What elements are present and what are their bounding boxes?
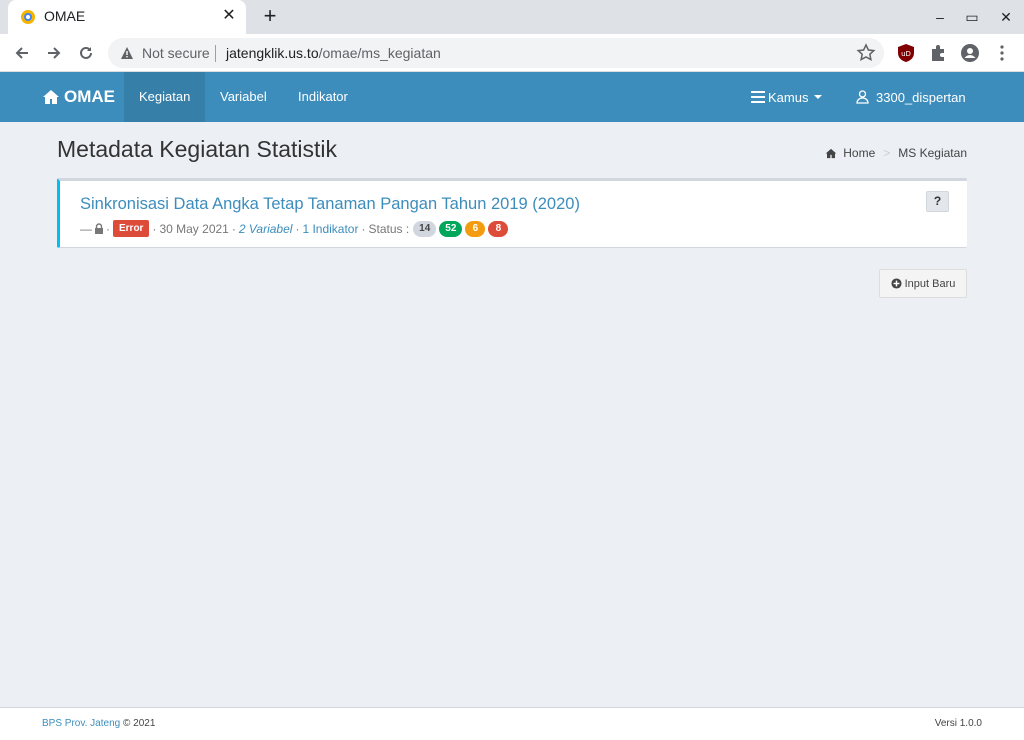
activity-date: 30 May 2021 <box>159 221 229 236</box>
tab-close-icon[interactable]: ✕ <box>218 5 240 27</box>
back-button[interactable] <box>8 39 36 67</box>
url-text: jatengklik.us.to/omae/ms_kegiatan <box>226 45 441 61</box>
arrow-right-icon <box>48 47 61 59</box>
status-count-badge: 14 <box>413 220 437 237</box>
favicon-icon <box>21 10 35 24</box>
brand-link[interactable]: OMAE <box>42 72 115 122</box>
home-icon <box>825 148 837 158</box>
meta-dot: · <box>152 221 157 236</box>
status-count-badge: 6 <box>465 220 486 237</box>
browser-tab-strip: OMAE ✕ + – ▭ ✕ <box>0 0 1024 34</box>
activity-title-link[interactable]: Sinkronisasi Data Angka Tetap Tanaman Pa… <box>80 195 580 214</box>
list-icon <box>751 91 765 103</box>
nav-item-kegiatan[interactable]: Kegiatan <box>124 72 206 122</box>
user-menu[interactable]: 3300_dispertan <box>856 72 966 122</box>
browser-tab[interactable]: OMAE ✕ <box>8 0 246 34</box>
user-icon <box>856 90 869 104</box>
brand-name: OMAE <box>64 87 115 106</box>
activity-card: Sinkronisasi Data Angka Tetap Tanaman Pa… <box>57 178 967 248</box>
url-host: jatengklik.us.to <box>226 45 319 61</box>
address-bar[interactable]: Not secure jatengklik.us.to/omae/ms_kegi… <box>108 38 884 68</box>
meta-dot: · <box>106 221 110 236</box>
footer-version: Versi 1.0.0 <box>934 718 982 729</box>
meta-dot: · <box>361 221 366 236</box>
kamus-dropdown[interactable]: Kamus <box>751 72 823 122</box>
breadcrumb-separator: > <box>883 146 891 160</box>
nav-item-indikator[interactable]: Indikator <box>283 72 363 122</box>
plus-circle-icon <box>891 278 902 289</box>
footer-org-link[interactable]: BPS Prov. Jateng <box>42 718 120 729</box>
extensions-puzzle-icon[interactable] <box>928 43 948 63</box>
activity-meta: — · Error · 30 May 2021 · 2 Variabel · 1… <box>80 220 511 237</box>
meta-dash: — <box>80 221 92 236</box>
lock-icon <box>95 223 103 234</box>
omnibox-divider <box>215 45 216 62</box>
kamus-label: Kamus <box>768 89 809 105</box>
help-button[interactable]: ? <box>926 191 949 212</box>
minimize-button[interactable]: – <box>929 6 951 28</box>
breadcrumb: Home > MS Kegiatan <box>825 146 967 160</box>
meta-dot: · <box>231 221 236 236</box>
status-count-badge: 8 <box>488 220 509 237</box>
reload-icon <box>80 46 92 59</box>
footer-copyright-text: © 2021 <box>122 718 156 729</box>
new-tab-button[interactable]: + <box>258 4 282 28</box>
nav-item-variabel[interactable]: Variabel <box>205 72 282 122</box>
home-icon <box>43 90 59 104</box>
main-navbar: OMAE Kegiatan Variabel Indikator Kamus 3… <box>0 72 1024 122</box>
browser-toolbar: Not secure jatengklik.us.to/omae/ms_kegi… <box>0 34 1024 72</box>
kebab-menu-icon[interactable] <box>992 43 1012 63</box>
error-label: Error <box>113 220 150 237</box>
profile-avatar-icon[interactable] <box>960 43 980 63</box>
input-baru-button[interactable]: Input Baru <box>879 269 967 298</box>
warning-icon <box>121 47 133 59</box>
breadcrumb-current: MS Kegiatan <box>898 146 967 160</box>
reload-button[interactable] <box>72 39 100 67</box>
input-baru-label: Input Baru <box>904 277 956 290</box>
tab-title: OMAE <box>44 8 86 24</box>
page-title: Metadata Kegiatan Statistik <box>57 136 337 162</box>
window-close-button[interactable]: ✕ <box>995 6 1017 28</box>
breadcrumb-home[interactable]: Home <box>843 146 875 160</box>
footer: BPS Prov. Jateng © 2021 Versi 1.0.0 <box>0 707 1024 740</box>
status-count-badge: 52 <box>439 220 463 237</box>
url-path: /omae/ms_kegiatan <box>318 45 441 61</box>
security-status: Not secure <box>142 45 210 61</box>
restore-button[interactable]: ▭ <box>961 6 983 28</box>
indikator-link[interactable]: 1 Indikator <box>302 222 358 236</box>
footer-copyright: BPS Prov. Jateng © 2021 <box>42 718 155 729</box>
user-name: 3300_dispertan <box>876 89 966 105</box>
variabel-link[interactable]: 2 Variabel <box>239 222 293 236</box>
forward-button[interactable] <box>40 39 68 67</box>
svg-text:uD: uD <box>901 50 911 58</box>
arrow-left-icon <box>15 47 28 59</box>
status-label: Status : <box>368 221 410 236</box>
ublock-icon[interactable]: uD <box>896 43 916 63</box>
bookmark-star-icon[interactable] <box>856 43 876 63</box>
meta-dot: · <box>295 221 300 236</box>
caret-down-icon <box>814 95 823 99</box>
